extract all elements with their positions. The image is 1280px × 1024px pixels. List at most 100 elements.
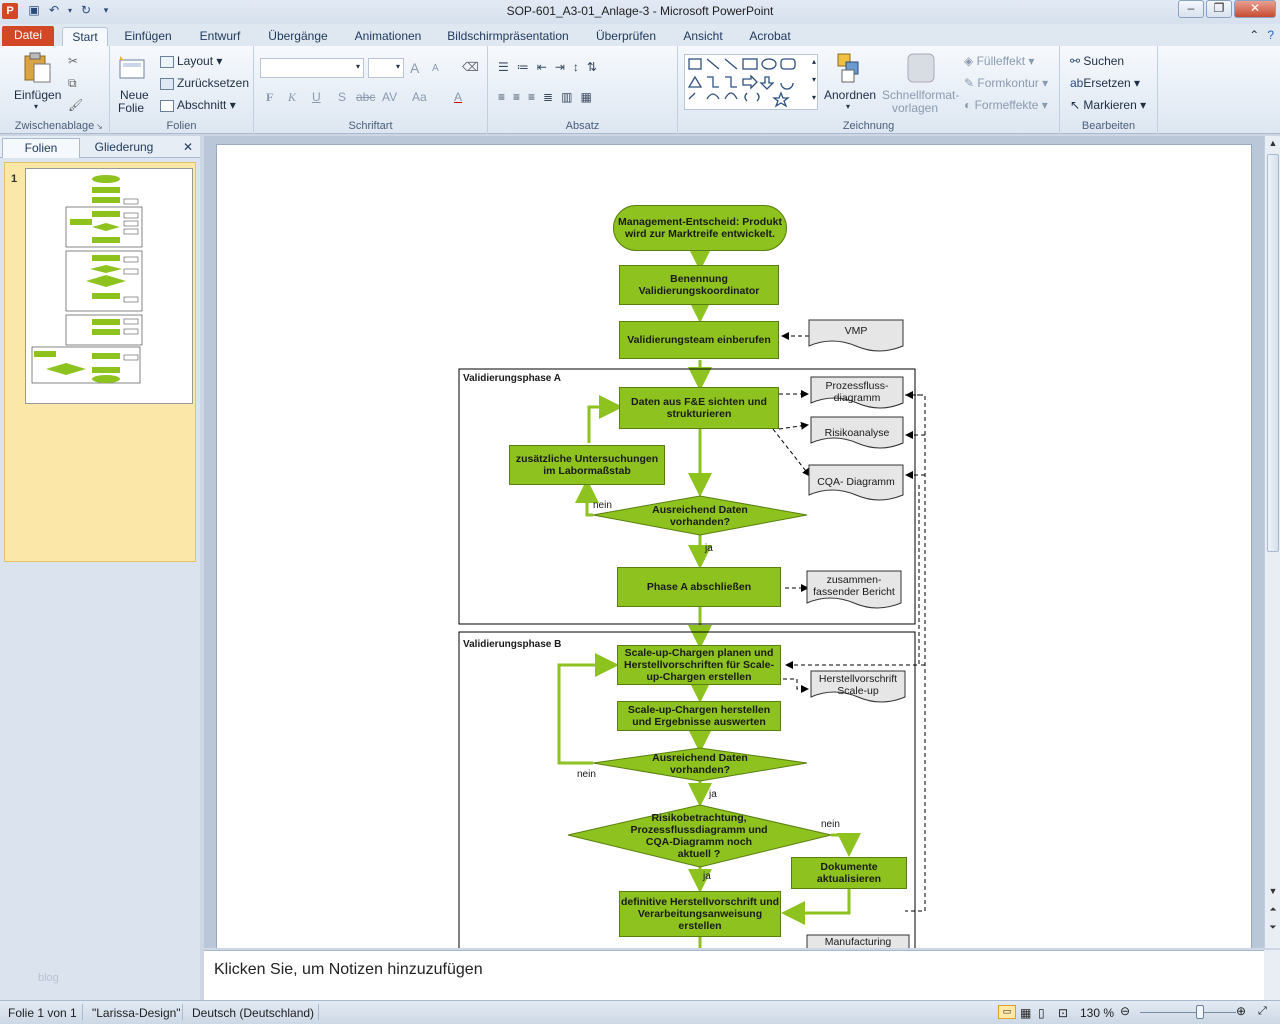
line-spacing-icon[interactable]: ↕ [573, 60, 579, 74]
vertical-scrollbar[interactable]: ▲ ▼ ⏶ ⏷ [1264, 136, 1280, 948]
shrink-font-button[interactable]: A [432, 63, 439, 74]
shapes-scroll-down-icon[interactable]: ▾ [812, 75, 816, 84]
text-direction-icon[interactable]: ⇅ [587, 60, 597, 74]
increase-indent-icon[interactable]: ⇥ [555, 60, 565, 74]
decision-risk-current[interactable]: Risikobetrachtung, Prozessflussdiagramm … [629, 812, 769, 860]
tab-slideshow[interactable]: Bildschirmpräsentation [442, 27, 574, 46]
bold-button[interactable]: F [266, 90, 273, 105]
decrease-indent-icon[interactable]: ⇤ [537, 60, 547, 74]
flowchart-step-final-instruction[interactable]: definitive Herstellvorschrift und Verarb… [619, 891, 781, 937]
doc-vmp[interactable]: VMP [809, 320, 903, 342]
underline-button[interactable]: U [312, 90, 321, 104]
tab-animations[interactable]: Animationen [348, 27, 428, 46]
scrollbar-thumb[interactable] [1267, 154, 1279, 552]
notes-pane[interactable]: Klicken Sie, um Notizen hinzuzufügen [204, 950, 1264, 1000]
format-painter-icon[interactable]: 🖌 [68, 98, 83, 112]
find-button[interactable]: ⚯ Suchen [1070, 54, 1124, 68]
tab-outline-pane[interactable]: Gliederung [84, 138, 164, 158]
shapes-gallery[interactable]: ▴ ▾ ▾ [684, 54, 818, 110]
next-slide-icon[interactable]: ⏷ [1265, 922, 1280, 933]
columns-icon[interactable]: ▥ [561, 90, 572, 104]
strikethrough-button[interactable]: abc [356, 90, 375, 104]
section-button[interactable]: Abschnitt ▾ [160, 98, 236, 112]
tab-acrobat[interactable]: Acrobat [742, 27, 798, 46]
change-case-button[interactable]: Aa [412, 90, 427, 104]
flowchart-step-plan-scaleup[interactable]: Scale-up-Chargen planen und Herstellvors… [617, 645, 781, 685]
clipboard-launcher-icon[interactable]: ↘ [96, 122, 103, 131]
arrange-dropdown-icon[interactable]: ▾ [846, 102, 850, 111]
doc-process-flow[interactable]: Prozessfluss-diagramm [811, 379, 903, 405]
font-family-select[interactable]: ▾ [260, 58, 364, 78]
grow-font-button[interactable]: A [410, 60, 419, 76]
bullets-icon[interactable]: ☰ [498, 60, 509, 74]
flowchart-step-review-data[interactable]: Daten aus F&E sichten und strukturieren [619, 387, 779, 429]
shapes-more-icon[interactable]: ▾ [812, 93, 816, 102]
previous-slide-icon[interactable]: ⏶ [1265, 904, 1280, 915]
reset-button[interactable]: Zurücksetzen [160, 76, 249, 90]
char-spacing-button[interactable]: AV [382, 90, 397, 104]
cut-icon[interactable]: ✂ [68, 54, 78, 68]
flowchart-step-update-docs[interactable]: Dokumente aktualisieren [791, 857, 907, 889]
quick-styles-icon[interactable] [906, 52, 936, 84]
flowchart-step-extra-studies[interactable]: zusätzliche Untersuchungen im Labormaßst… [509, 445, 665, 485]
font-size-select[interactable]: ▾ [368, 58, 404, 78]
help-icon[interactable]: ? [1267, 28, 1274, 42]
doc-cqa-diagram[interactable]: CQA- Diagramm [809, 471, 903, 493]
select-button[interactable]: ↖ Markieren ▾ [1070, 98, 1146, 112]
zoom-level[interactable]: 130 % [1080, 1006, 1114, 1020]
notes-placeholder[interactable]: Klicken Sie, um Notizen hinzuzufügen [214, 961, 483, 979]
align-left-icon[interactable]: ≡ [498, 90, 505, 104]
minimize-ribbon-icon[interactable]: ⌃ [1249, 28, 1259, 42]
shapes-scroll-up-icon[interactable]: ▴ [812, 57, 816, 66]
flowchart-step-team[interactable]: Validierungsteam einberufen [619, 321, 779, 359]
tab-insert[interactable]: Einfügen [118, 27, 178, 46]
tab-transitions[interactable]: Übergänge [262, 27, 334, 46]
shape-effects-button[interactable]: ◐ Formeffekte ▾ [964, 98, 1048, 112]
doc-scaleup-instruction[interactable]: Herstellvorschrift Scale-up [811, 673, 905, 697]
decision-b-data[interactable]: Ausreichend Daten vorhanden? [637, 751, 763, 777]
restore-button[interactable]: ❐ [1206, 0, 1232, 18]
new-slide-label-1[interactable]: Neue [120, 88, 149, 102]
close-button[interactable]: ✕ [1234, 0, 1276, 18]
flowchart-step-make-scaleup[interactable]: Scale-up-Chargen herstellen und Ergebnis… [617, 701, 781, 731]
align-right-icon[interactable]: ≡ [528, 90, 535, 104]
status-language[interactable]: Deutsch (Deutschland) [192, 1006, 314, 1020]
reading-view-icon[interactable]: ▯ [1038, 1006, 1045, 1020]
tab-review[interactable]: Überprüfen [590, 27, 662, 46]
close-pane-icon[interactable]: ✕ [178, 138, 198, 158]
layout-button[interactable]: Layout ▾ [160, 54, 222, 68]
tab-file[interactable]: Datei [2, 26, 54, 46]
flowchart-step-close-a[interactable]: Phase A abschließen [617, 567, 781, 607]
tab-start[interactable]: Start [62, 27, 108, 46]
numbering-icon[interactable]: ≔ [517, 60, 529, 74]
scroll-down-icon[interactable]: ▼ [1265, 886, 1280, 896]
decision-a-data[interactable]: Ausreichend Daten vorhanden? [637, 503, 763, 529]
zoom-out-icon[interactable]: ⊖ [1120, 1004, 1130, 1018]
shape-outline-button[interactable]: ✎ Formkontur ▾ [964, 76, 1048, 90]
quick-styles-label-2[interactable]: vorlagen [892, 101, 938, 115]
paste-dropdown-icon[interactable]: ▾ [34, 102, 38, 111]
slide-thumbnail-selected[interactable]: 1 [4, 162, 196, 562]
normal-view-icon[interactable]: ▭ [998, 1005, 1016, 1019]
quick-styles-label-1[interactable]: Schnellformat- [882, 88, 959, 102]
shadow-button[interactable]: S [338, 90, 346, 104]
italic-button[interactable]: K [288, 90, 296, 105]
align-center-icon[interactable]: ≡ [513, 90, 520, 104]
new-slide-icon[interactable] [118, 54, 148, 86]
notes-scrollbar[interactable] [1264, 950, 1280, 1000]
flowchart-start[interactable]: Management-Entscheid: Produkt wird zur M… [613, 205, 787, 251]
doc-risk-analysis[interactable]: Risikoanalyse [811, 423, 903, 443]
status-design[interactable]: "Larissa-Design" [92, 1006, 181, 1020]
tab-view[interactable]: Ansicht [676, 27, 730, 46]
slideshow-view-icon[interactable]: ⊡ [1058, 1006, 1068, 1020]
new-slide-label-2[interactable]: Folie [118, 101, 144, 115]
replace-button[interactable]: abErsetzen ▾ [1070, 76, 1140, 90]
font-color-button[interactable]: A [454, 90, 462, 104]
fit-to-window-icon[interactable]: ⤢ [1258, 1005, 1267, 1018]
shape-fill-button[interactable]: ◈ Fülleffekt ▾ [964, 54, 1034, 68]
zoom-in-icon[interactable]: ⊕ [1236, 1004, 1246, 1018]
scroll-up-icon[interactable]: ▲ [1265, 138, 1280, 148]
tab-design[interactable]: Entwurf [192, 27, 248, 46]
clear-format-icon[interactable]: ⌫ [462, 60, 479, 74]
arrange-icon[interactable] [836, 52, 866, 84]
